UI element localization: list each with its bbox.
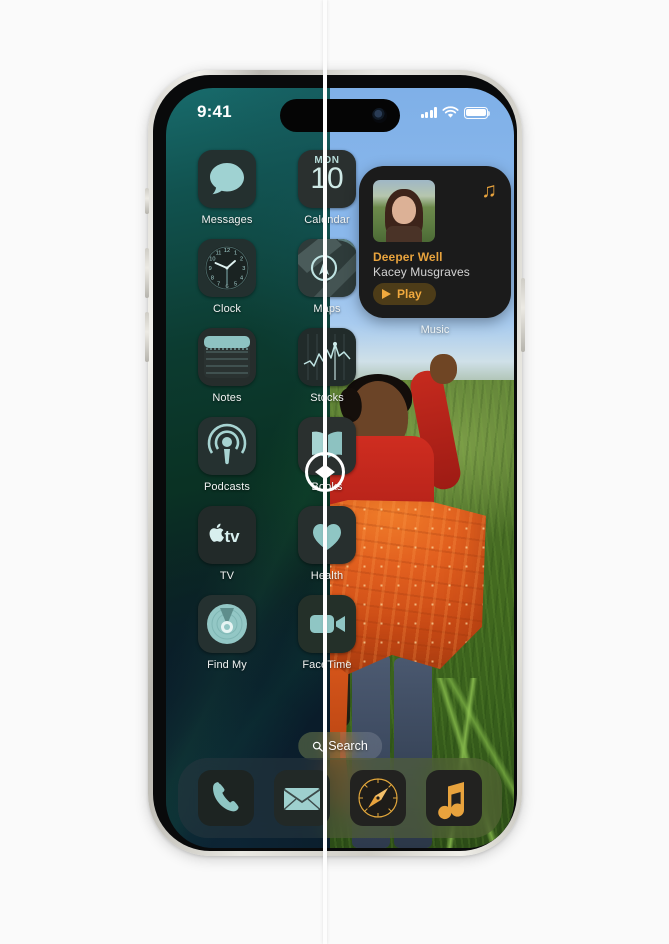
search-button[interactable]: Search: [298, 732, 382, 760]
stocks-icon: [298, 328, 356, 386]
app-podcasts[interactable]: Podcasts: [190, 417, 264, 493]
search-magnifier-icon: [312, 741, 323, 752]
app-label: TV: [219, 570, 235, 582]
clock-icon: 12 1 2 345 678 9 10 11: [198, 239, 256, 297]
chevron-left-icon: [315, 466, 323, 478]
app-label: Messages: [201, 214, 253, 226]
app-notes[interactable]: Notes: [190, 328, 264, 404]
app-stocks[interactable]: Stocks: [290, 328, 364, 404]
safari-compass-icon[interactable]: [350, 770, 406, 826]
app-label: Find My: [207, 659, 247, 671]
app-messages[interactable]: Messages: [190, 150, 264, 226]
podcasts-icon: [198, 417, 256, 475]
app-health[interactable]: Health: [290, 506, 364, 582]
app-label: Stocks: [310, 392, 344, 404]
svg-text:6: 6: [225, 284, 228, 290]
music-note-icon: ♫: [481, 179, 497, 202]
app-label: Clock: [212, 303, 241, 315]
svg-text:7: 7: [217, 281, 220, 287]
app-label: Calendar: [290, 214, 364, 226]
app-calendar[interactable]: MON 10 Calendar: [290, 150, 364, 226]
app-label: Podcasts: [203, 481, 251, 493]
facetime-icon: [298, 595, 356, 653]
app-maps[interactable]: Maps: [290, 239, 364, 315]
status-bar-indicators: [420, 106, 491, 119]
comparison-slider-handle[interactable]: [305, 452, 345, 492]
app-find-my[interactable]: Find My: [190, 595, 264, 671]
widget-app-label: Music: [420, 324, 450, 336]
svg-text:10: 10: [209, 257, 215, 263]
svg-text:tv: tv: [224, 527, 240, 546]
comparison-screenshot: 9:41 Messages 10 12 1 2 3 4 5 6 7 8 9 10…: [0, 0, 669, 944]
app-tv[interactable]: tv TV: [190, 506, 264, 582]
battery-icon: [464, 106, 491, 119]
artwork-face: [392, 196, 416, 224]
silent-switch-button[interactable]: [145, 188, 149, 214]
power-button[interactable]: [521, 278, 525, 352]
front-camera-icon: [372, 108, 387, 123]
artwork-body: [386, 226, 422, 242]
status-bar-time: 9:41: [197, 102, 232, 121]
svg-text:9: 9: [209, 266, 212, 272]
music-note-icon[interactable]: [426, 770, 482, 826]
music-widget[interactable]: ♫ Deeper Well Kacey Musgraves Play: [359, 166, 511, 318]
app-label: Maps: [313, 303, 341, 315]
search-label: Search: [328, 739, 368, 753]
track-artist: Kacey Musgraves: [373, 265, 470, 279]
cellular-bars-icon: [420, 107, 437, 118]
maps-icon: [298, 239, 356, 297]
play-button[interactable]: Play: [373, 283, 436, 305]
play-triangle-icon: [382, 289, 391, 299]
calendar-day: 10: [310, 162, 344, 195]
app-row: Notes Stocks: [166, 328, 514, 404]
chevron-right-icon: [327, 466, 335, 478]
app-label: Health: [310, 570, 344, 582]
mail-envelope-icon[interactable]: [274, 770, 330, 826]
svg-text:11: 11: [216, 250, 222, 256]
svg-text:8: 8: [211, 275, 214, 281]
dock: [178, 758, 502, 838]
svg-text:5: 5: [234, 281, 237, 287]
track-title: Deeper Well: [373, 250, 443, 264]
svg-text:3: 3: [242, 266, 245, 272]
phone-handset-icon[interactable]: [198, 770, 254, 826]
dynamic-island[interactable]: [280, 99, 400, 132]
notes-icon: [198, 328, 256, 386]
volume-up-button[interactable]: [145, 248, 149, 298]
album-artwork: [373, 180, 435, 242]
find-my-icon: [198, 595, 256, 653]
calendar-icon: MON 10: [298, 150, 356, 208]
app-row: tv TV Health: [166, 506, 514, 582]
play-button-label: Play: [397, 287, 422, 301]
app-facetime[interactable]: FaceTime: [290, 595, 364, 671]
svg-text:4: 4: [240, 275, 243, 281]
svg-text:2: 2: [240, 257, 243, 263]
app-label: FaceTime: [290, 659, 364, 671]
volume-down-button[interactable]: [145, 312, 149, 362]
apple-tv-icon: tv: [198, 506, 256, 564]
app-label: Notes: [212, 392, 242, 404]
svg-text:1: 1: [234, 250, 237, 256]
wifi-icon: [442, 106, 459, 118]
app-row: Find My FaceTime: [166, 595, 514, 671]
health-icon: [298, 506, 356, 564]
app-clock[interactable]: 12 1 2 345 678 9 10 11 Clock: [190, 239, 264, 315]
messages-icon: [198, 150, 256, 208]
svg-text:12: 12: [224, 248, 230, 254]
